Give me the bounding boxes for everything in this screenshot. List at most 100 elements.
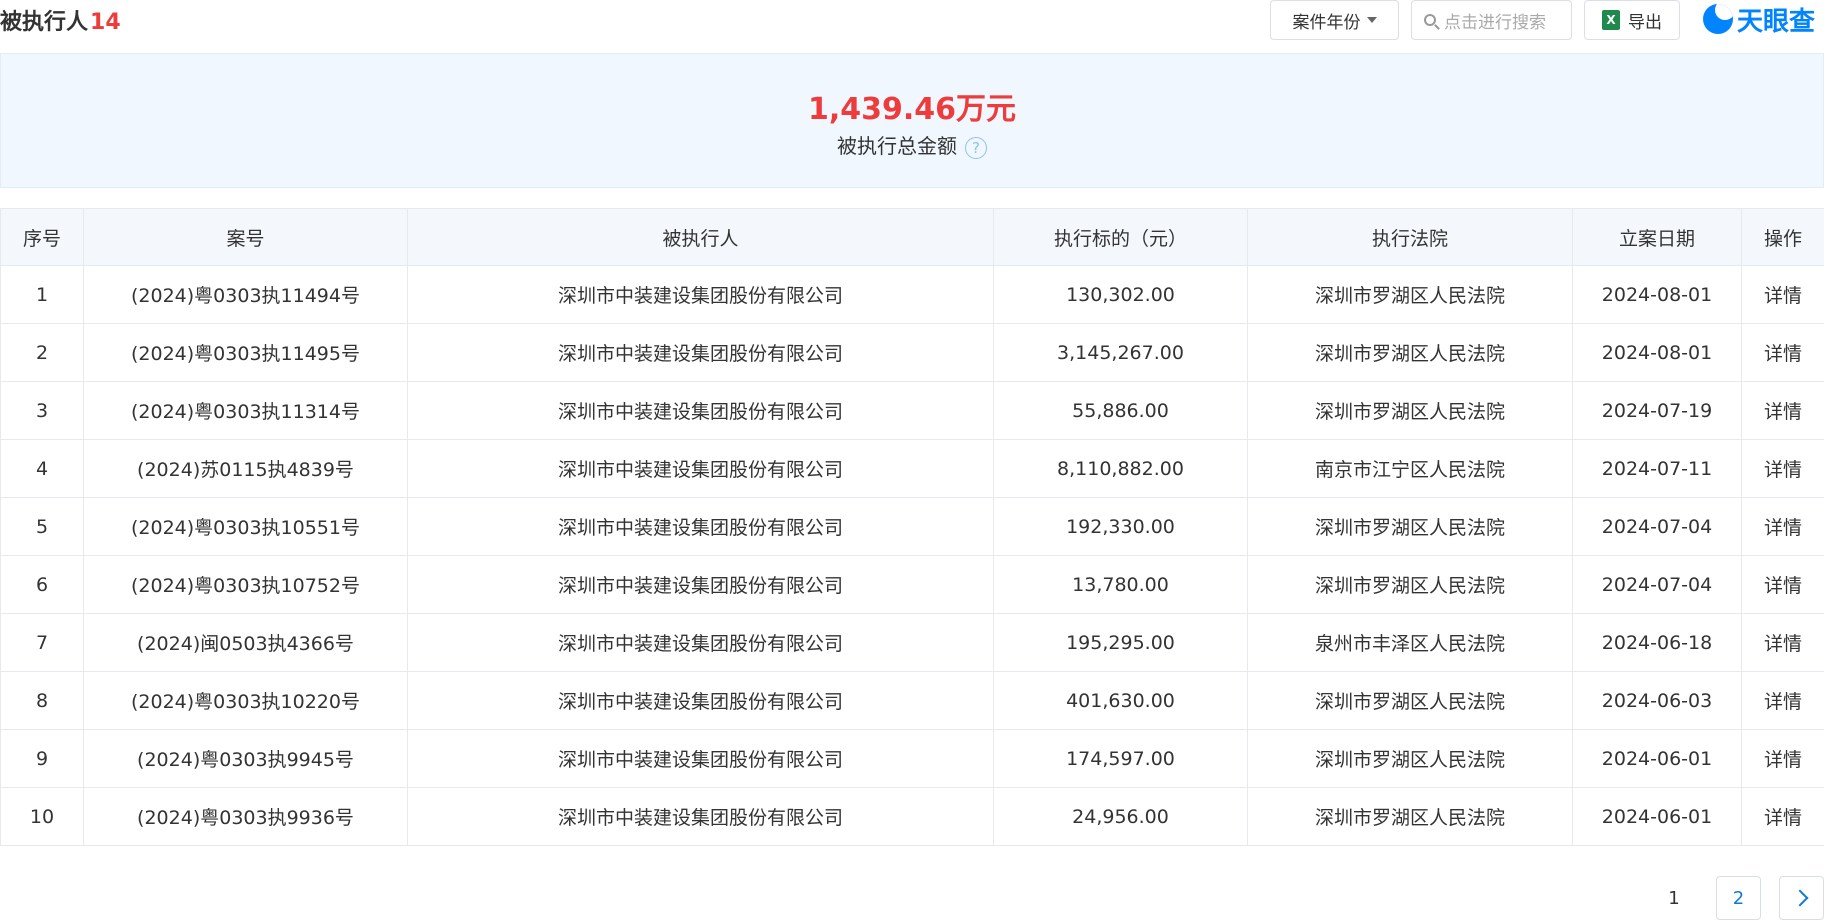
help-icon[interactable]: ? (965, 136, 987, 159)
amount-cell: 8,110,882.00 (993, 439, 1248, 498)
page-1-button[interactable]: 1 (1654, 876, 1694, 920)
section-title: 被执行人14 (0, 4, 121, 36)
table-row: 10 (2024)粤0303执9936号 深圳市中装建设集团股份有限公司 24,… (0, 787, 1824, 846)
case-year-filter[interactable]: 案件年份 (1270, 0, 1399, 40)
party-link[interactable]: 深圳市中装建设集团股份有限公司 (407, 613, 994, 672)
total-amount-label-text: 被执行总金额 (837, 134, 957, 158)
date-cell: 2024-06-01 (1572, 729, 1742, 788)
total-amount: 1,439.46万元 (807, 92, 1017, 127)
date-cell: 2024-06-01 (1572, 787, 1742, 846)
row-index: 5 (0, 497, 84, 556)
date-cell: 2024-08-01 (1572, 265, 1742, 324)
party-link[interactable]: 深圳市中装建设集团股份有限公司 (407, 265, 994, 324)
table-row: 4 (2024)苏0115执4839号 深圳市中装建设集团股份有限公司 8,11… (0, 439, 1824, 498)
party-link[interactable]: 深圳市中装建设集团股份有限公司 (407, 381, 994, 440)
details-link[interactable]: 详情 (1741, 497, 1824, 556)
table-row: 2 (2024)粤0303执11495号 深圳市中装建设集团股份有限公司 3,1… (0, 323, 1824, 382)
search-icon (1424, 14, 1436, 26)
table-row: 1 (2024)粤0303执11494号 深圳市中装建设集团股份有限公司 130… (0, 265, 1824, 324)
amount-cell: 13,780.00 (993, 555, 1248, 614)
details-link[interactable]: 详情 (1741, 439, 1824, 498)
table-row: 3 (2024)粤0303执11314号 深圳市中装建设集团股份有限公司 55,… (0, 381, 1824, 440)
party-link[interactable]: 深圳市中装建设集团股份有限公司 (407, 323, 994, 382)
amount-cell: 174,597.00 (993, 729, 1248, 788)
case-number-link[interactable]: (2024)粤0303执10752号 (83, 555, 408, 614)
date-cell: 2024-07-11 (1572, 439, 1742, 498)
row-index: 8 (0, 671, 84, 730)
table-row: 7 (2024)闽0503执4366号 深圳市中装建设集团股份有限公司 195,… (0, 613, 1824, 672)
amount-cell: 3,145,267.00 (993, 323, 1248, 382)
case-number-link[interactable]: (2024)粤0303执9936号 (83, 787, 408, 846)
date-cell: 2024-07-19 (1572, 381, 1742, 440)
party-link[interactable]: 深圳市中装建设集团股份有限公司 (407, 439, 994, 498)
party-link[interactable]: 深圳市中装建设集团股份有限公司 (407, 729, 994, 788)
details-link[interactable]: 详情 (1741, 613, 1824, 672)
details-link[interactable]: 详情 (1741, 381, 1824, 440)
court-cell: 深圳市罗湖区人民法院 (1247, 729, 1573, 788)
date-cell: 2024-07-04 (1572, 555, 1742, 614)
court-cell: 深圳市罗湖区人民法院 (1247, 497, 1573, 556)
court-cell: 深圳市罗湖区人民法院 (1247, 787, 1573, 846)
row-index: 6 (0, 555, 84, 614)
court-cell: 泉州市丰泽区人民法院 (1247, 613, 1573, 672)
case-number-link[interactable]: (2024)粤0303执9945号 (83, 729, 408, 788)
caret-down-icon (1366, 17, 1377, 23)
row-index: 2 (0, 323, 84, 382)
case-number-link[interactable]: (2024)粤0303执10220号 (83, 671, 408, 730)
details-link[interactable]: 详情 (1741, 729, 1824, 788)
party-link[interactable]: 深圳市中装建设集团股份有限公司 (407, 671, 994, 730)
row-index: 1 (0, 265, 84, 324)
column-header-filing-date: 立案日期 (1572, 208, 1742, 266)
export-label: 导出 (1628, 12, 1662, 33)
party-link[interactable]: 深圳市中装建设集团股份有限公司 (407, 787, 994, 846)
case-year-filter-label: 案件年份 (1292, 12, 1361, 33)
case-number-link[interactable]: (2024)闽0503执4366号 (83, 613, 408, 672)
search-input[interactable]: 点击进行搜索 (1411, 0, 1572, 40)
court-cell: 深圳市罗湖区人民法院 (1247, 381, 1573, 440)
toolbar: 被执行人14 案件年份 点击进行搜索 X 导出 天眼查 (0, 0, 1824, 48)
date-cell: 2024-06-18 (1572, 613, 1742, 672)
next-page-button[interactable] (1779, 876, 1824, 920)
details-link[interactable]: 详情 (1741, 671, 1824, 730)
case-number-link[interactable]: (2024)粤0303执10551号 (83, 497, 408, 556)
tianyancha-logo: 天眼查 (1703, 0, 1815, 38)
party-link[interactable]: 深圳市中装建设集团股份有限公司 (407, 497, 994, 556)
details-link[interactable]: 详情 (1741, 265, 1824, 324)
date-cell: 2024-08-01 (1572, 323, 1742, 382)
excel-icon: X (1602, 10, 1620, 30)
chevron-right-icon (1791, 889, 1808, 907)
amount-cell: 195,295.00 (993, 613, 1248, 672)
column-header-case-number: 案号 (83, 208, 408, 266)
details-link[interactable]: 详情 (1741, 787, 1824, 846)
logo-mark-icon (1703, 4, 1733, 34)
page-2-button[interactable]: 2 (1716, 876, 1761, 920)
column-header-action: 操作 (1741, 208, 1824, 266)
amount-cell: 401,630.00 (993, 671, 1248, 730)
record-count: 14 (90, 10, 121, 35)
export-button[interactable]: X 导出 (1584, 0, 1680, 40)
column-header-court: 执行法院 (1247, 208, 1573, 266)
row-index: 7 (0, 613, 84, 672)
case-number-link[interactable]: (2024)粤0303执11494号 (83, 265, 408, 324)
row-index: 4 (0, 439, 84, 498)
table-row: 5 (2024)粤0303执10551号 深圳市中装建设集团股份有限公司 192… (0, 497, 1824, 556)
court-cell: 深圳市罗湖区人民法院 (1247, 555, 1573, 614)
enforcement-table: 序号 案号 被执行人 执行标的（元） 执行法院 立案日期 操作 1 (2024)… (0, 208, 1824, 846)
amount-cell: 24,956.00 (993, 787, 1248, 846)
date-cell: 2024-07-04 (1572, 497, 1742, 556)
case-number-link[interactable]: (2024)苏0115执4839号 (83, 439, 408, 498)
date-cell: 2024-06-03 (1572, 671, 1742, 730)
court-cell: 深圳市罗湖区人民法院 (1247, 671, 1573, 730)
table-row: 6 (2024)粤0303执10752号 深圳市中装建设集团股份有限公司 13,… (0, 555, 1824, 614)
column-header-party: 被执行人 (407, 208, 994, 266)
case-number-link[interactable]: (2024)粤0303执11314号 (83, 381, 408, 440)
details-link[interactable]: 详情 (1741, 555, 1824, 614)
court-cell: 南京市江宁区人民法院 (1247, 439, 1573, 498)
section-title-text: 被执行人 (0, 10, 89, 35)
details-link[interactable]: 详情 (1741, 323, 1824, 382)
court-cell: 深圳市罗湖区人民法院 (1247, 265, 1573, 324)
party-link[interactable]: 深圳市中装建设集团股份有限公司 (407, 555, 994, 614)
table-row: 9 (2024)粤0303执9945号 深圳市中装建设集团股份有限公司 174,… (0, 729, 1824, 788)
row-index: 3 (0, 381, 84, 440)
case-number-link[interactable]: (2024)粤0303执11495号 (83, 323, 408, 382)
